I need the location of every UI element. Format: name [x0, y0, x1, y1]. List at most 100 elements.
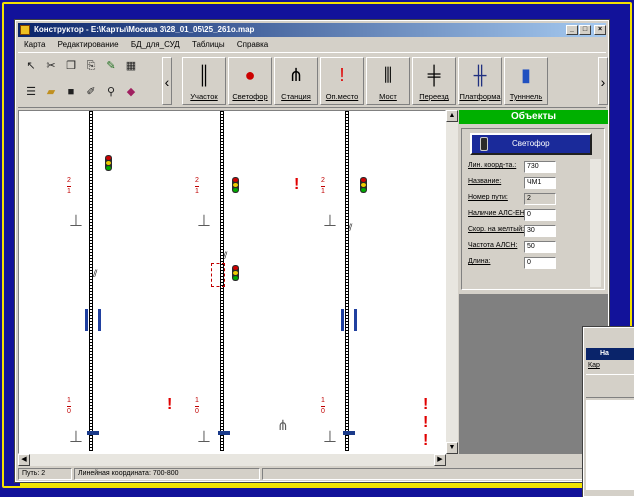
object-name: Светофор: [512, 139, 550, 148]
menu-item-tables[interactable]: Таблицы: [192, 40, 225, 49]
tool-platform-label: Платформа: [459, 92, 501, 101]
prop-row: Название: ЧМ1: [468, 177, 586, 190]
signal-icon[interactable]: [232, 177, 239, 193]
second-window-toolbar: [586, 374, 634, 398]
track-label-den: 1: [195, 188, 199, 195]
track-label-den: 1: [67, 188, 71, 195]
scroll-right-button[interactable]: ›: [598, 57, 608, 105]
track-label: 10: [195, 397, 199, 416]
prop-value[interactable]: 2: [524, 193, 556, 205]
danger-spot-icon[interactable]: !: [423, 415, 428, 431]
prop-label: Частота АЛСН:: [468, 242, 518, 249]
tool-tunnel-label: Тунннель: [509, 92, 543, 101]
binoculars-icon[interactable]: ⚲: [102, 83, 120, 101]
danger-spot-icon[interactable]: !: [294, 177, 299, 193]
platform-icon[interactable]: ⊥: [197, 427, 211, 449]
prop-value[interactable]: ЧМ1: [524, 177, 556, 189]
danger-spot-icon[interactable]: !: [167, 397, 172, 413]
station-icon[interactable]: ⋔: [277, 417, 289, 434]
prop-value[interactable]: 30: [524, 225, 556, 237]
signal-icon[interactable]: [360, 177, 367, 193]
toolbar: ↖ ✂ ❐ ⎘ ✎ ▦ ☰ ▰ ■ ✐ ⚲ ◆ ‹ ║ Участок ● Св…: [18, 52, 608, 108]
scroll-down-button[interactable]: ▼: [446, 442, 458, 454]
copy-icon[interactable]: ❐: [62, 57, 80, 75]
tool-danger-spot-button[interactable]: ! Оп.место: [320, 57, 364, 105]
main-window: Конструктор - E:\Карты\Москва 3\28_01_05…: [14, 19, 610, 483]
bridge-icon[interactable]: [85, 309, 101, 331]
horizontal-scrollbar[interactable]: ◀ ▶: [18, 454, 446, 466]
tool-tunnel-button[interactable]: ▮ Тунннель: [504, 57, 548, 105]
track-label-num: 1: [195, 397, 199, 404]
edit-icon[interactable]: ✐: [82, 83, 100, 101]
prop-row: Скор. на желтый: 30: [468, 225, 586, 238]
crossing-icon[interactable]: ⫽: [223, 251, 227, 262]
platform-icon[interactable]: ⊥: [323, 427, 337, 449]
section-icon: ║: [197, 65, 211, 85]
scroll-left-button[interactable]: ‹: [162, 57, 172, 105]
minimize-button[interactable]: _: [566, 25, 578, 35]
save-icon[interactable]: ■: [62, 83, 80, 101]
scroll-up-button[interactable]: ▲: [446, 110, 458, 122]
danger-spot-icon: !: [339, 65, 345, 85]
second-window[interactable]: На Кар: [582, 326, 634, 497]
grid-icon[interactable]: ▦: [122, 57, 140, 75]
second-window-menu[interactable]: Кар: [588, 362, 600, 369]
platform-icon[interactable]: ⊥: [69, 211, 83, 233]
scroll-left-arrow[interactable]: ◀: [18, 454, 30, 466]
tunnel-icon: ▮: [521, 65, 531, 85]
danger-spot-icon[interactable]: !: [423, 433, 428, 449]
crossing-icon: ╪: [427, 65, 441, 85]
track-1: [89, 111, 93, 451]
prop-value[interactable]: 730: [524, 161, 556, 173]
prop-value[interactable]: 0: [524, 257, 556, 269]
track-label-den: 1: [321, 188, 325, 195]
track-label-num: 2: [195, 177, 199, 184]
platform-icon[interactable]: ⊥: [197, 211, 211, 233]
scroll-right-arrow[interactable]: ▶: [434, 454, 446, 466]
cut-icon[interactable]: ✂: [42, 57, 60, 75]
tool-crossing-button[interactable]: ╪ Переезд: [412, 57, 456, 105]
vertical-scrollbar[interactable]: ▲ ▼: [446, 110, 458, 454]
tool-crossing-label: Переезд: [419, 92, 449, 101]
prop-row: Частота АЛСН: 50: [468, 241, 586, 254]
prop-value[interactable]: 0: [524, 209, 556, 221]
prop-value[interactable]: 50: [524, 241, 556, 253]
prop-row: Номер пути: 2: [468, 193, 586, 206]
track-label: 21: [195, 177, 199, 196]
pointer-icon[interactable]: ↖: [22, 57, 40, 75]
track-label-num: 2: [321, 177, 325, 184]
menu-item-edit[interactable]: Редактирование: [58, 40, 119, 49]
tool-bridge-button[interactable]: ⫼ Мост: [366, 57, 410, 105]
signal-icon[interactable]: [105, 155, 112, 171]
tunnel-marker[interactable]: [343, 431, 355, 435]
platform-icon[interactable]: ⊥: [69, 427, 83, 449]
paste-icon[interactable]: ⎘: [82, 57, 100, 75]
crossing-icon[interactable]: ⫽: [93, 269, 97, 280]
book-icon[interactable]: ◆: [122, 83, 140, 101]
platform-icon[interactable]: ⊥: [323, 211, 337, 233]
tool-platform-button[interactable]: ╫ Платформа: [458, 57, 502, 105]
tool-bridge-label: Мост: [379, 92, 397, 101]
station-icon: ⋔: [288, 65, 304, 85]
pen-icon[interactable]: ✎: [102, 57, 120, 75]
tunnel-marker[interactable]: [87, 431, 99, 435]
window-title: Конструктор - E:\Карты\Москва 3\28_01_05…: [34, 25, 255, 34]
menu-item-db[interactable]: БД_для_СУД: [131, 40, 180, 49]
tool-signal-button[interactable]: ● Светофор: [228, 57, 272, 105]
menu-item-help[interactable]: Справка: [237, 40, 268, 49]
properties-box: Светофор Лин. коорд-та.: 730 Название: ЧМ1…: [461, 128, 605, 290]
tool-station-button[interactable]: ⋔ Станция: [274, 57, 318, 105]
bridge-icon[interactable]: [341, 309, 357, 331]
list-icon[interactable]: ☰: [22, 83, 40, 101]
crossing-icon[interactable]: ⫽: [348, 223, 352, 234]
map-canvas[interactable]: ! ! ! ! ! 21 21 21 10 10 10 ⊥ ⊥ ⊥ ⊥ ⊥ ⊥ …: [18, 110, 446, 454]
danger-spot-icon[interactable]: !: [423, 397, 428, 413]
tunnel-marker[interactable]: [218, 431, 230, 435]
menu-item-map[interactable]: Карта: [24, 40, 45, 49]
signal-icon[interactable]: [232, 265, 239, 281]
properties-scrollbar[interactable]: [590, 159, 601, 287]
close-button[interactable]: ×: [594, 25, 606, 35]
open-icon[interactable]: ▰: [42, 83, 60, 101]
maximize-button[interactable]: □: [579, 25, 591, 35]
tool-section-button[interactable]: ║ Участок: [182, 57, 226, 105]
